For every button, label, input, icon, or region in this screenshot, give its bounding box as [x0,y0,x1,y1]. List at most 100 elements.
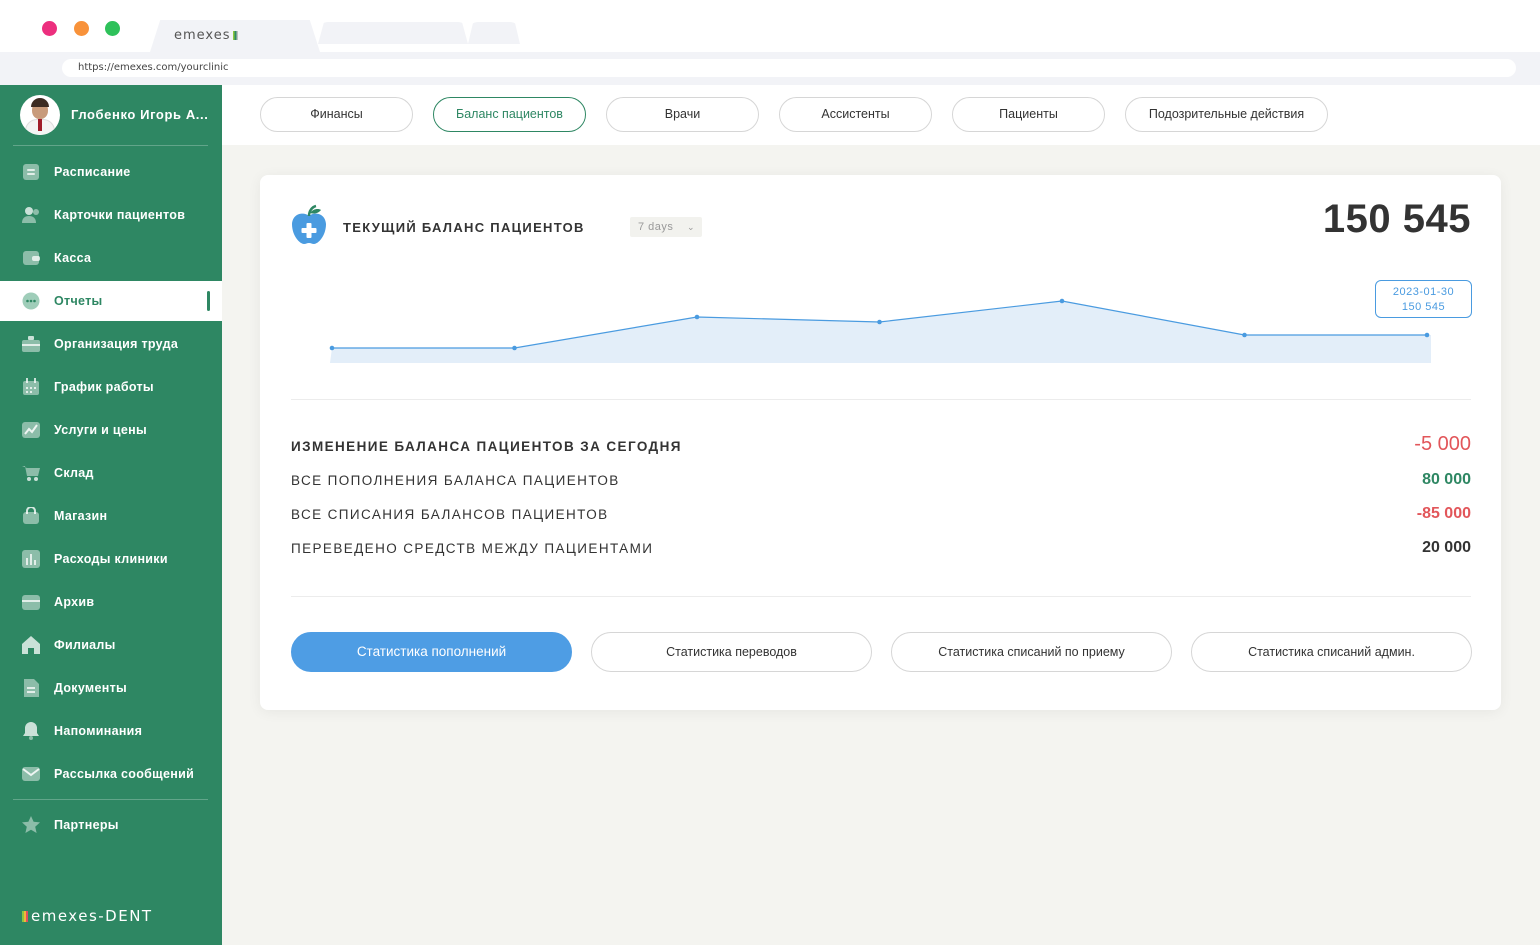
stat-top-ups: ВСЕ ПОПОЛНЕНИЯ БАЛАНСА ПАЦИЕНТОВ 80 000 [291,471,1471,493]
home-icon [22,636,40,654]
sidebar-item-work-schedule[interactable]: График работы [0,367,222,407]
divider [13,145,208,146]
sidebar-item-label: Организация труда [54,337,179,351]
chart-point [1242,332,1247,338]
sidebar-item-work-organization[interactable]: Организация труда [0,324,222,364]
browser-tab[interactable] [318,22,468,44]
avatar [20,95,60,135]
report-tabs: Финансы Баланс пациентов Врачи Ассистент… [222,85,1540,145]
sidebar-item-label: Архив [54,595,95,609]
schedule-icon [23,164,39,180]
star-icon [22,816,40,833]
sidebar-item-label: Услуги и цены [54,423,147,437]
browser-tab-label: emexes [174,28,238,43]
sidebar-item-label: Филиалы [54,638,116,652]
divider [13,799,208,800]
patients-icon [22,207,39,223]
sidebar-item-clinic-expenses[interactable]: Расходы клиники [0,539,222,579]
tab-suspicious-actions[interactable]: Подозрительные действия [1125,97,1328,132]
stat-value: -5 000 [1414,433,1471,455]
apple-plus-icon [292,204,326,244]
address-bar[interactable] [62,59,1516,77]
sidebar-item-label: Магазин [54,509,108,523]
card-title: ТЕКУЩИЙ БАЛАНС ПАЦИЕНТОВ [343,220,585,235]
browser-tab[interactable] [468,22,520,44]
sidebar-item-label: Склад [54,466,94,480]
logo-icon [232,31,238,40]
user-name: Глобенко Игорь А... [71,107,209,122]
tab-patients[interactable]: Пациенты [952,97,1105,132]
sidebar-item-patient-cards[interactable]: Карточки пациентов [0,195,222,235]
divider [291,399,1471,400]
calendar-icon [23,378,39,395]
stat-value: 20 000 [1422,539,1471,556]
stat-value: 80 000 [1422,471,1471,488]
sidebar-item-archive[interactable]: Архив [0,582,222,622]
browser-chrome: emexes https://emexes.com/yourclinic [0,0,1540,85]
sidebar: Глобенко Игорь А... Расписание Карточки … [0,85,222,945]
cart-icon [22,466,40,481]
close-window-button[interactable] [42,21,57,36]
sidebar-item-services-prices[interactable]: Услуги и цены [0,410,222,450]
chart-point [1424,332,1430,338]
sidebar-item-label: Партнеры [54,818,119,832]
trend-icon [22,422,40,438]
chart-tooltip: 2023-01-30 150 545 [1375,280,1472,318]
total-balance: 150 545 [1322,197,1471,241]
address-url: https://emexes.com/yourclinic [78,62,229,73]
sidebar-item-documents[interactable]: Документы [0,668,222,708]
bag-icon [23,507,39,524]
main-content: Финансы Баланс пациентов Врачи Ассистент… [222,85,1540,945]
sidebar-item-label: Отчеты [54,294,103,308]
sidebar-item-shop[interactable]: Магазин [0,496,222,536]
maximize-window-button[interactable] [105,21,120,36]
tab-patient-balance[interactable]: Баланс пациентов [433,97,586,132]
sidebar-item-messaging[interactable]: Рассылка сообщений [0,754,222,794]
sidebar-item-label: Карточки пациентов [54,208,186,222]
stat-label: ИЗМЕНЕНИЕ БАЛАНСА ПАЦИЕНТОВ ЗА СЕГОДНЯ [291,439,682,454]
appointment-write-offs-stats-button[interactable]: Статистика списаний по приему [891,632,1172,672]
tab-finance[interactable]: Финансы [260,97,413,132]
sidebar-item-cashbox[interactable]: Касса [0,238,222,278]
archive-icon [22,595,40,610]
bar-chart-icon [22,550,40,568]
chart-point [694,314,700,320]
user-profile[interactable]: Глобенко Игорь А... [20,95,220,135]
stat-write-offs: ВСЕ СПИСАНИЯ БАЛАНСОВ ПАЦИЕНТОВ -85 000 [291,505,1471,527]
admin-write-offs-stats-button[interactable]: Статистика списаний админ. [1191,632,1472,672]
top-ups-stats-button[interactable]: Статистика пополнений [291,632,572,672]
minimize-window-button[interactable] [74,21,89,36]
chart-area [330,301,1431,363]
chart-line [332,300,1427,349]
sidebar-item-partners[interactable]: Партнеры [0,805,222,845]
stat-label: ПЕРЕВЕДЕНО СРЕДСТВ МЕЖДУ ПАЦИЕНТАМИ [291,541,654,556]
sidebar-item-label: Напоминания [54,724,143,738]
mail-icon [22,767,40,781]
tooltip-value: 150 545 [1401,301,1446,313]
wallet-icon [23,251,40,265]
stat-today-change: ИЗМЕНЕНИЕ БАЛАНСА ПАЦИЕНТОВ ЗА СЕГОДНЯ -… [291,433,1471,459]
tab-assistants[interactable]: Ассистенты [779,97,932,132]
sidebar-item-label: Рассылка сообщений [54,767,195,781]
sidebar-item-label: Документы [54,681,127,695]
chart-point [512,345,517,351]
sidebar-item-reminders[interactable]: Напоминания [0,711,222,751]
sidebar-item-reports[interactable]: Отчеты [0,281,222,321]
sidebar-item-schedule[interactable]: Расписание [0,152,222,192]
tab-doctors[interactable]: Врачи [606,97,759,132]
divider [291,596,1471,597]
range-select[interactable]: 7 days ⌄ [630,217,702,237]
sidebar-item-warehouse[interactable]: Склад [0,453,222,493]
sidebar-item-branches[interactable]: Филиалы [0,625,222,665]
transfers-stats-button[interactable]: Статистика переводов [591,632,872,672]
stat-value: -85 000 [1416,505,1471,522]
logo-icon [22,911,28,922]
briefcase-icon [22,336,40,352]
chat-icon [22,292,40,310]
stat-transfers: ПЕРЕВЕДЕНО СРЕДСТВ МЕЖДУ ПАЦИЕНТАМИ 20 0… [291,539,1471,561]
patient-balance-card: ТЕКУЩИЙ БАЛАНС ПАЦИЕНТОВ 7 days ⌄ 150 54… [260,175,1501,710]
chart-point [329,345,335,351]
sidebar-item-label: Расходы клиники [54,552,168,566]
document-icon [24,679,39,697]
chart-point [1059,298,1065,304]
